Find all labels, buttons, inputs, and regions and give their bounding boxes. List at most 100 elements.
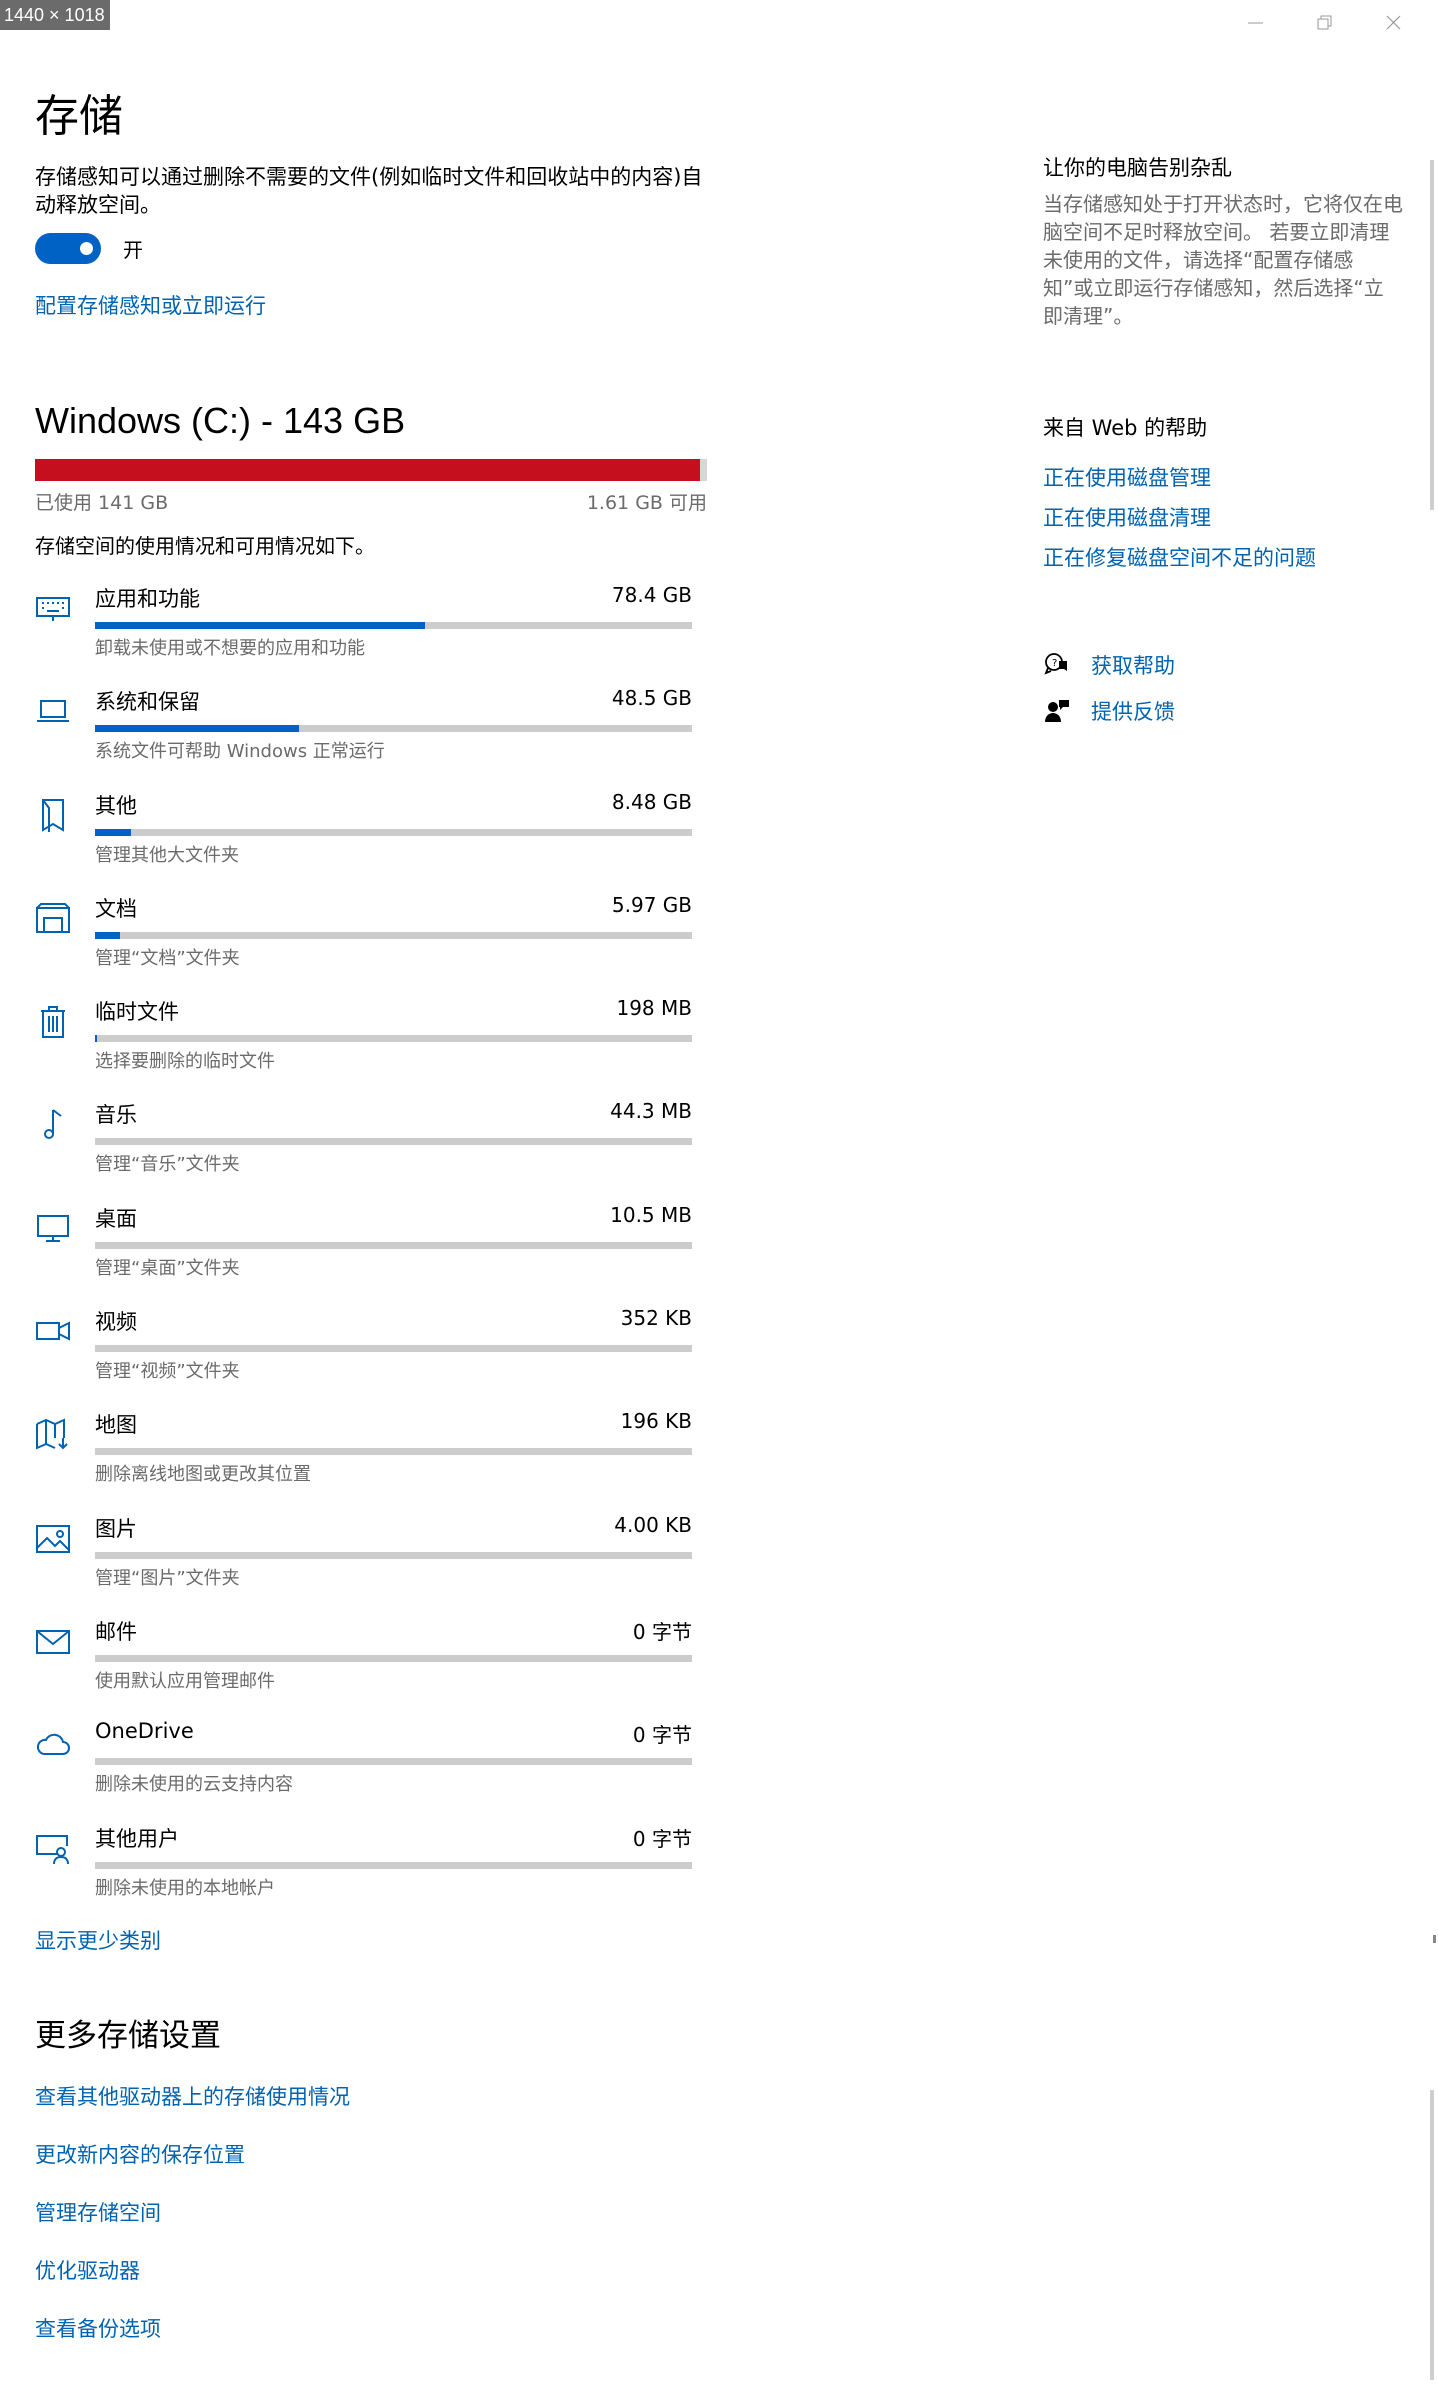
category-usage-bar bbox=[95, 1035, 692, 1043]
category-usage-bar bbox=[95, 622, 692, 629]
scrollbar-thumb[interactable] bbox=[1430, 160, 1434, 510]
disk-management-link[interactable]: 正在使用磁盘管理 bbox=[1043, 464, 1316, 504]
help-actions: ? 获取帮助 提供反馈 bbox=[1043, 642, 1175, 734]
mail-icon bbox=[35, 1623, 71, 1659]
category-description: 管理“视频”文件夹 bbox=[95, 1361, 240, 1383]
more-storage-settings-title: 更多存储设置 bbox=[35, 2018, 221, 2054]
storage-category-row[interactable]: 系统和保留 48.5 GB 系统文件可帮助 Windows 正常运行 bbox=[35, 681, 735, 784]
storage-category-row[interactable]: 其他 8.48 GB 管理其他大文件夹 bbox=[35, 785, 735, 888]
category-usage-fill bbox=[95, 828, 131, 836]
get-help-icon: ? bbox=[1043, 651, 1071, 679]
toggle-state-label: 开 bbox=[123, 238, 143, 262]
category-usage-bar bbox=[95, 1654, 692, 1662]
drive-free-label: 1.61 GB 可用 bbox=[586, 492, 707, 514]
category-usage-bar bbox=[95, 1551, 692, 1559]
music-icon bbox=[35, 1106, 71, 1142]
category-size: 78.4 GB bbox=[611, 583, 692, 607]
category-usage-fill bbox=[95, 725, 300, 733]
declutter-title: 让你的电脑告别杂乱 bbox=[1043, 156, 1232, 180]
storage-category-row[interactable]: 地图 196 KB 删除离线地图或更改其位置 bbox=[35, 1404, 735, 1507]
category-size: 198 MB bbox=[616, 996, 692, 1021]
category-description: 删除离线地图或更改其位置 bbox=[95, 1464, 311, 1486]
category-size: 0 字节 bbox=[632, 1723, 692, 1748]
restore-button[interactable] bbox=[1290, 4, 1359, 44]
category-size: 48.5 GB bbox=[611, 686, 692, 711]
category-description: 使用默认应用管理邮件 bbox=[95, 1670, 275, 1692]
documents-icon bbox=[35, 900, 71, 936]
feedback-icon bbox=[1043, 697, 1071, 725]
keyboard-icon bbox=[35, 590, 71, 626]
category-usage-fill bbox=[95, 622, 425, 629]
trash-icon bbox=[35, 1003, 71, 1039]
storage-category-row[interactable]: 视频 352 KB 管理“视频”文件夹 bbox=[35, 1301, 735, 1404]
category-size: 5.97 GB bbox=[611, 892, 692, 917]
minimize-button[interactable] bbox=[1221, 4, 1290, 44]
change-save-location-link[interactable]: 更改新内容的保存位置 bbox=[35, 2140, 350, 2198]
scrollbar-thumb-lower[interactable] bbox=[1430, 2090, 1434, 2380]
close-icon bbox=[1385, 14, 1402, 35]
picture-icon bbox=[35, 1520, 71, 1556]
storage-category-row[interactable]: 图片 4.00 KB 管理“图片”文件夹 bbox=[35, 1508, 735, 1611]
category-size: 0 字节 bbox=[632, 1619, 692, 1644]
category-description: 卸载未使用或不想要的应用和功能 bbox=[95, 638, 365, 659]
drive-usage-bar bbox=[35, 459, 707, 481]
category-usage-bar bbox=[95, 828, 692, 836]
storage-category-row[interactable]: 其他用户 0 字节 删除未使用的本地帐户 bbox=[35, 1818, 735, 1921]
storage-sense-toggle[interactable] bbox=[35, 233, 101, 264]
category-description: 管理“图片”文件夹 bbox=[95, 1567, 240, 1589]
storage-category-row[interactable]: 应用和功能 78.4 GB 卸载未使用或不想要的应用和功能 bbox=[35, 578, 735, 681]
category-description: 选择要删除的临时文件 bbox=[95, 1051, 275, 1073]
category-description: 管理“桌面”文件夹 bbox=[95, 1257, 240, 1279]
category-description: 删除未使用的本地帐户 bbox=[95, 1877, 275, 1899]
configure-storage-sense-link[interactable]: 配置存储感知或立即运行 bbox=[35, 290, 266, 320]
disk-cleanup-link[interactable]: 正在使用磁盘清理 bbox=[1043, 504, 1316, 544]
scrollbar-indicator bbox=[1433, 1935, 1436, 1943]
category-usage-bar bbox=[95, 1345, 692, 1353]
get-help-link[interactable]: 获取帮助 bbox=[1091, 650, 1175, 680]
screen-size-badge: 1440 × 1018 bbox=[0, 0, 110, 30]
fix-low-disk-space-link[interactable]: 正在修复磁盘空间不足的问题 bbox=[1043, 544, 1316, 584]
category-usage-bar bbox=[95, 725, 692, 733]
storage-sense-toggle-row: 开 bbox=[35, 233, 143, 264]
other-users-icon bbox=[35, 1830, 71, 1866]
close-button[interactable] bbox=[1359, 4, 1428, 44]
category-usage-bar bbox=[95, 1448, 692, 1456]
storage-category-row[interactable]: 文档 5.97 GB 管理“文档”文件夹 bbox=[35, 888, 735, 991]
category-size: 196 KB bbox=[620, 1409, 692, 1434]
restore-icon bbox=[1316, 14, 1333, 35]
feedback-link[interactable]: 提供反馈 bbox=[1091, 696, 1175, 726]
toggle-knob bbox=[80, 242, 93, 255]
category-description: 管理其他大文件夹 bbox=[95, 844, 239, 866]
window-controls bbox=[1221, 4, 1428, 44]
category-description: 管理“文档”文件夹 bbox=[95, 947, 240, 969]
web-help-title: 来自 Web 的帮助 bbox=[1043, 416, 1208, 440]
cloud-icon bbox=[35, 1726, 71, 1762]
category-size: 8.48 GB bbox=[611, 789, 692, 814]
category-usage-bar bbox=[95, 1758, 692, 1766]
category-usage-fill bbox=[95, 1035, 97, 1043]
category-usage-bar bbox=[95, 1138, 692, 1146]
manage-storage-spaces-link[interactable]: 管理存储空间 bbox=[35, 2198, 350, 2256]
laptop-icon bbox=[35, 693, 71, 729]
feedback-row[interactable]: 提供反馈 bbox=[1043, 688, 1175, 734]
web-help-links: 正在使用磁盘管理 正在使用磁盘清理 正在修复磁盘空间不足的问题 bbox=[1043, 464, 1316, 584]
minimize-icon bbox=[1247, 14, 1264, 35]
category-size: 10.5 MB bbox=[610, 1202, 692, 1227]
category-description: 管理“音乐”文件夹 bbox=[95, 1154, 240, 1176]
storage-category-row[interactable]: 音乐 44.3 MB 管理“音乐”文件夹 bbox=[35, 1094, 735, 1197]
storage-category-row[interactable]: 邮件 0 字节 使用默认应用管理邮件 bbox=[35, 1611, 735, 1714]
optimize-drives-link[interactable]: 优化驱动器 bbox=[35, 2256, 350, 2314]
category-size: 44.3 MB bbox=[610, 1099, 692, 1124]
get-help-row[interactable]: ? 获取帮助 bbox=[1043, 642, 1175, 688]
category-usage-bar bbox=[95, 931, 692, 939]
storage-category-row[interactable]: 临时文件 198 MB 选择要删除的临时文件 bbox=[35, 991, 735, 1094]
show-fewer-categories-link[interactable]: 显示更少类别 bbox=[35, 1925, 161, 1955]
view-other-drives-link[interactable]: 查看其他驱动器上的存储使用情况 bbox=[35, 2082, 350, 2140]
storage-category-row[interactable]: 桌面 10.5 MB 管理“桌面”文件夹 bbox=[35, 1198, 735, 1301]
storage-category-row[interactable]: OneDrive 0 字节 删除未使用的云支持内容 bbox=[35, 1714, 735, 1817]
category-usage-bar bbox=[95, 1241, 692, 1249]
view-backup-options-link[interactable]: 查看备份选项 bbox=[35, 2314, 350, 2372]
storage-category-list: 应用和功能 78.4 GB 卸载未使用或不想要的应用和功能 系统和保留 48.5 GB 系… bbox=[35, 578, 735, 1921]
map-icon bbox=[35, 1416, 71, 1452]
category-size: 0 字节 bbox=[632, 1826, 692, 1851]
